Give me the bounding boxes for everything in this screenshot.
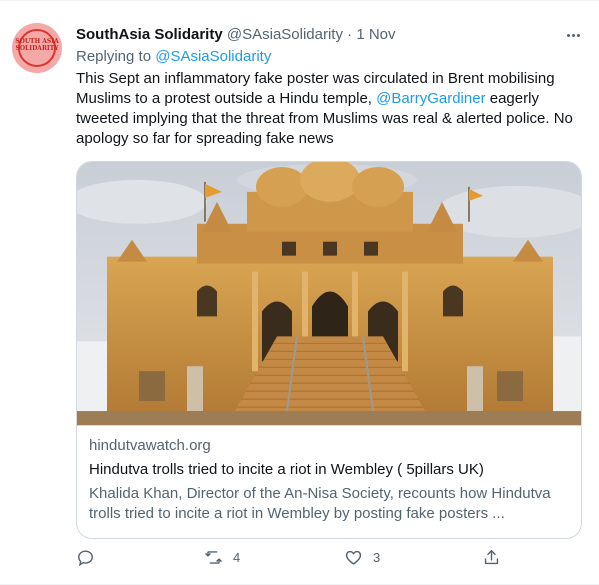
header-separator: · (347, 26, 353, 43)
author-handle[interactable]: @SAsiaSolidarity (227, 26, 343, 43)
avatar-logo-text: SOUTH ASIA SOLIDARITY (15, 38, 59, 52)
share-button[interactable] (482, 545, 501, 569)
card-image-temple[interactable] (77, 162, 582, 426)
card-description: Khalida Khan, Director of the An-Nisa So… (89, 485, 551, 522)
like-count: 3 (373, 549, 381, 565)
tweet-mention[interactable]: @BarryGardiner (376, 90, 485, 107)
retweet-icon (205, 550, 222, 564)
like-button[interactable]: 3 (344, 545, 380, 569)
tweet-actions: 4 3 (76, 545, 506, 569)
tweet-header: SouthAsia Solidarity @SAsiaSolidarity · … (76, 25, 396, 45)
reply-button[interactable] (76, 545, 95, 569)
tweet-date[interactable]: 1 Nov (356, 26, 395, 43)
tweet[interactable]: SOUTH ASIA SOLIDARITY SouthAsia Solidari… (0, 0, 599, 585)
more-options-icon[interactable] (563, 27, 583, 43)
share-icon (484, 549, 499, 564)
card-domain: hindutvawatch.org (89, 437, 211, 454)
heart-icon (345, 550, 362, 565)
replying-to-mention[interactable]: @SAsiaSolidarity (155, 48, 271, 65)
link-card[interactable]: hindutvawatch.org Hindutva trolls tried … (76, 161, 582, 539)
replying-to: Replying to @SAsiaSolidarity (76, 47, 271, 67)
replying-to-label: Replying to (76, 48, 152, 65)
tweet-text: This Sept an inflammatory fake poster wa… (76, 69, 586, 149)
avatar[interactable]: SOUTH ASIA SOLIDARITY (12, 23, 62, 73)
card-title[interactable]: Hindutva trolls tried to incite a riot i… (89, 460, 571, 480)
card-body[interactable]: hindutvawatch.org Hindutva trolls tried … (89, 436, 571, 524)
retweet-count: 4 (233, 549, 241, 565)
author-name[interactable]: SouthAsia Solidarity (76, 26, 223, 43)
reply-icon (78, 549, 93, 566)
retweet-button[interactable]: 4 (204, 545, 240, 569)
